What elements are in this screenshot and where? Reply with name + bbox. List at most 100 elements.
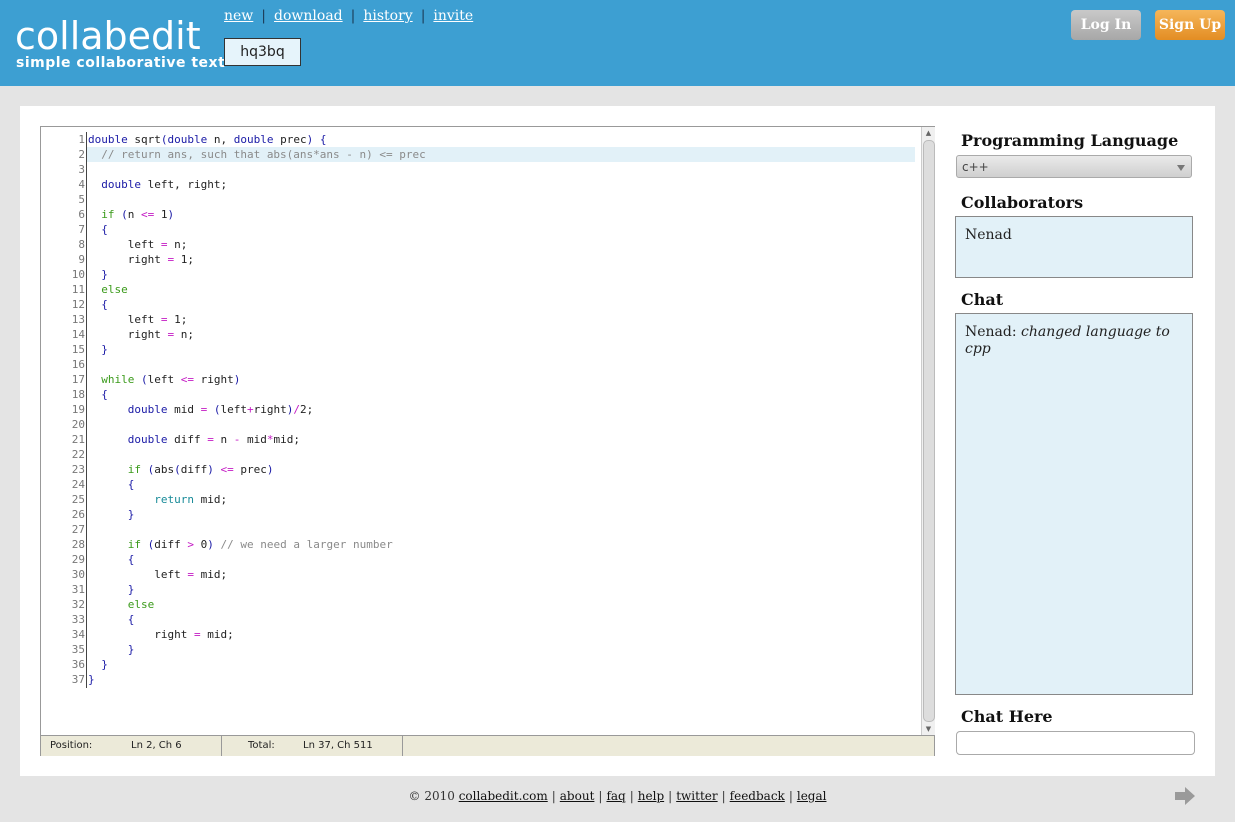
code-line[interactable]: { (87, 387, 915, 402)
code-line[interactable]: else (87, 282, 915, 297)
code-line[interactable]: double diff = n - mid*mid; (87, 432, 915, 447)
logo-subtitle: simple collaborative text (16, 55, 226, 71)
line-number: 2 (78, 148, 85, 161)
code-line[interactable]: if (diff > 0) // we need a larger number (87, 537, 915, 552)
code-line[interactable]: { (87, 552, 915, 567)
copyright: © 2010 (408, 789, 455, 803)
code-line[interactable]: right = n; (87, 327, 915, 342)
nav-new-link[interactable]: new (224, 8, 253, 24)
line-number: 23 (71, 463, 85, 476)
chat-here-heading: Chat Here (961, 707, 1053, 726)
status-total-label: Total: (248, 740, 275, 751)
line-number: 34 (71, 628, 85, 641)
main-panel: 1 2 3 4 5 6 7 8 9 10 11 12 13 14 15 16 17 18 19 20 21 22 23 24 2… (20, 106, 1215, 776)
code-line[interactable]: while (left <= right) (87, 372, 915, 387)
footer-link-collabedit[interactable]: collabedit.com (459, 789, 548, 803)
line-number: 26 (71, 508, 85, 521)
document-id[interactable]: hq3bq (224, 38, 301, 66)
code-line[interactable] (87, 357, 915, 372)
line-number-gutter: 1 2 3 4 5 6 7 8 9 10 11 12 13 14 15 16 17 18 19 20 21 22 23 24 2… (41, 132, 85, 687)
code-line[interactable]: return mid; (87, 492, 915, 507)
collaborator-name: Nenad (965, 227, 1012, 243)
code-line[interactable]: else (87, 597, 915, 612)
code-line[interactable]: if (n <= 1) (87, 207, 915, 222)
code-line[interactable]: right = 1; (87, 252, 915, 267)
code-line[interactable]: } (87, 642, 915, 657)
code-line[interactable]: right = mid; (87, 627, 915, 642)
code-line[interactable] (87, 522, 915, 537)
code-text[interactable]: double sqrt(double n, double prec) { // … (87, 132, 915, 687)
footer-link-help[interactable]: help (638, 789, 664, 803)
language-heading: Programming Language (961, 131, 1179, 150)
footer-link-feedback[interactable]: feedback (730, 789, 785, 803)
code-line[interactable]: if (abs(diff) <= prec) (87, 462, 915, 477)
login-button[interactable]: Log In (1071, 10, 1141, 40)
line-number: 20 (71, 418, 85, 431)
code-line[interactable] (87, 162, 915, 177)
line-number: 13 (71, 313, 85, 326)
status-position-value: Ln 2, Ch 6 (131, 740, 182, 751)
language-selected-value: c++ (962, 160, 989, 174)
line-number: 22 (71, 448, 85, 461)
line-number: 10 (71, 268, 85, 281)
line-number: 31 (71, 583, 85, 596)
editor-scrollbar[interactable]: ▲ ▼ (921, 127, 935, 735)
scroll-up-icon[interactable]: ▲ (922, 127, 935, 139)
code-line[interactable]: left = n; (87, 237, 915, 252)
line-number: 11 (71, 283, 85, 296)
scroll-down-icon[interactable]: ▼ (922, 723, 935, 735)
status-position-label: Position: (50, 740, 93, 751)
code-line[interactable]: { (87, 612, 915, 627)
code-line[interactable]: // return ans, such that abs(ans*ans - n… (87, 147, 915, 162)
line-number: 30 (71, 568, 85, 581)
code-line[interactable]: { (87, 477, 915, 492)
line-number: 29 (71, 553, 85, 566)
line-number: 18 (71, 388, 85, 401)
line-number: 19 (71, 403, 85, 416)
code-line[interactable] (87, 417, 915, 432)
footer-link-twitter[interactable]: twitter (676, 789, 717, 803)
nav-invite-link[interactable]: invite (433, 8, 473, 24)
footer: © 2010 collabedit.com | about | faq | help | twi… (408, 789, 827, 803)
code-line[interactable]: { (87, 222, 915, 237)
code-line[interactable]: } (87, 507, 915, 522)
code-line[interactable]: double sqrt(double n, double prec) { (87, 132, 915, 147)
code-line[interactable]: left = 1; (87, 312, 915, 327)
logo-title[interactable]: collabedit (15, 14, 201, 58)
code-line[interactable] (87, 447, 915, 462)
code-line[interactable]: } (87, 342, 915, 357)
line-number: 24 (71, 478, 85, 491)
code-editor[interactable]: 1 2 3 4 5 6 7 8 9 10 11 12 13 14 15 16 17 18 19 20 21 22 23 24 2… (40, 126, 935, 756)
footer-link-about[interactable]: about (560, 789, 595, 803)
line-number: 25 (71, 493, 85, 506)
code-line[interactable]: } (87, 657, 915, 672)
nav-download-link[interactable]: download (274, 8, 343, 24)
code-line[interactable]: } (87, 672, 915, 687)
language-select[interactable]: c++ (956, 155, 1192, 178)
chat-message: Nenad: changed language to cpp (965, 324, 1183, 358)
chat-input[interactable] (956, 731, 1195, 755)
nav-history-link[interactable]: history (363, 8, 412, 24)
line-number: 27 (71, 523, 85, 536)
footer-link-legal[interactable]: legal (797, 789, 827, 803)
code-line[interactable]: } (87, 582, 915, 597)
chat-box: Nenad: changed language to cpp (955, 313, 1193, 695)
signup-button[interactable]: Sign Up (1155, 10, 1225, 40)
footer-link-faq[interactable]: faq (606, 789, 625, 803)
line-number: 4 (78, 178, 85, 191)
line-number: 6 (78, 208, 85, 221)
code-line[interactable]: { (87, 297, 915, 312)
chat-heading: Chat (961, 290, 1004, 309)
code-line[interactable]: double mid = (left+right)/2; (87, 402, 915, 417)
scroll-thumb[interactable] (923, 140, 935, 722)
code-area[interactable]: 1 2 3 4 5 6 7 8 9 10 11 12 13 14 15 16 17 18 19 20 21 22 23 24 2… (41, 127, 921, 735)
chevron-down-icon (1177, 165, 1185, 171)
line-number: 17 (71, 373, 85, 386)
arrow-right-icon[interactable] (1175, 787, 1195, 805)
code-line[interactable]: double left, right; (87, 177, 915, 192)
code-line[interactable] (87, 192, 915, 207)
line-number: 12 (71, 298, 85, 311)
collaborators-heading: Collaborators (961, 193, 1084, 212)
code-line[interactable]: } (87, 267, 915, 282)
code-line[interactable]: left = mid; (87, 567, 915, 582)
